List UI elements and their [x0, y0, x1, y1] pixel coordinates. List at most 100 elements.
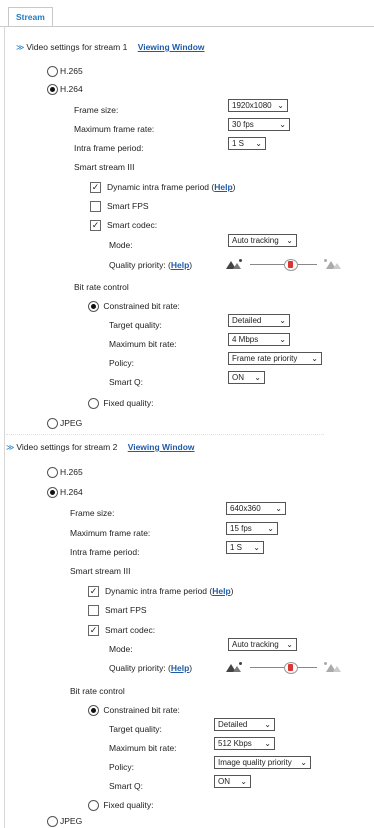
target-quality-select[interactable]: Detailed ⌄: [214, 718, 275, 731]
max-frame-rate-value: 15 fps: [230, 524, 252, 533]
mode-select[interactable]: Auto tracking ⌄: [228, 638, 297, 651]
help-link[interactable]: Help: [171, 663, 189, 673]
dropdown-arrow-icon: ⌄: [254, 373, 261, 382]
stream-1-title: Video settings for stream 1: [26, 42, 128, 52]
smart-fps-checkbox[interactable]: [90, 201, 101, 213]
tab-bar: Stream: [0, 0, 374, 28]
fixed-quality-label: Fixed quality:: [103, 800, 154, 810]
max-frame-rate-select[interactable]: 30 fps ⌄: [228, 118, 290, 131]
quality-priority-text: Quality priority: (: [109, 260, 171, 270]
jpeg-label: JPEG: [60, 816, 83, 826]
quality-priority-close: ): [189, 663, 193, 673]
constrained-radio[interactable]: [88, 301, 99, 313]
stream-2-header[interactable]: ≫ Video settings for stream 2 Viewing Wi…: [6, 440, 195, 454]
dropdown-arrow-icon: ⌄: [279, 316, 286, 325]
policy-select[interactable]: Frame rate priority ⌄: [228, 352, 322, 365]
dropdown-arrow-icon: ⌄: [279, 335, 286, 344]
fixed-quality-option[interactable]: Fixed quality:: [88, 396, 153, 410]
smart-codec-option[interactable]: ✓ Smart codec:: [90, 218, 157, 232]
constrained-option[interactable]: Constrained bit rate:: [88, 703, 180, 717]
constrained-option[interactable]: Constrained bit rate:: [88, 299, 180, 313]
checkmark-icon: ✓: [91, 220, 100, 231]
dropdown-arrow-icon: ⌄: [267, 524, 274, 533]
dynamic-intra-checkbox[interactable]: ✓: [88, 586, 99, 598]
max-bit-rate-select[interactable]: 512 Kbps ⌄: [214, 737, 275, 750]
smart-stream-label: Smart stream III: [70, 566, 131, 576]
fixed-quality-option[interactable]: Fixed quality:: [88, 798, 153, 812]
smart-codec-label: Smart codec:: [107, 220, 158, 230]
smart-stream-label: Smart stream III: [74, 162, 135, 172]
h265-radio[interactable]: [47, 467, 58, 479]
h264-radio[interactable]: [47, 84, 58, 96]
codec-h265-option[interactable]: H.265: [47, 465, 83, 479]
intra-frame-period-select[interactable]: 1 S ⌄: [228, 137, 266, 150]
policy-select[interactable]: Image quality priority ⌄: [214, 756, 311, 769]
help-link[interactable]: Help: [171, 260, 189, 270]
frame-size-select[interactable]: 1920x1080 ⌄: [228, 99, 288, 112]
smart-codec-checkbox[interactable]: ✓: [90, 220, 101, 232]
smart-q-label: Smart Q:: [109, 781, 144, 791]
h264-label: H.264: [60, 487, 83, 497]
codec-h264-option[interactable]: H.264: [47, 485, 83, 499]
frame-size-label: Frame size:: [74, 105, 119, 115]
fixed-quality-radio[interactable]: [88, 800, 99, 812]
constrained-radio[interactable]: [88, 705, 99, 717]
smart-q-select[interactable]: ON ⌄: [214, 775, 251, 788]
smart-fps-option[interactable]: Smart FPS: [90, 199, 149, 213]
dynamic-intra-close: ): [230, 586, 234, 596]
slider-thumb[interactable]: [284, 662, 298, 674]
help-link[interactable]: Help: [212, 586, 230, 596]
policy-value: Image quality priority: [218, 758, 292, 767]
dynamic-intra-close: ): [232, 182, 236, 192]
jpeg-radio[interactable]: [47, 816, 58, 828]
target-quality-label: Target quality:: [109, 724, 162, 734]
codec-h264-option[interactable]: H.264: [47, 82, 83, 96]
smart-codec-option[interactable]: ✓ Smart codec:: [88, 623, 155, 637]
smart-fps-label: Smart FPS: [107, 201, 149, 211]
dynamic-intra-checkbox[interactable]: ✓: [90, 182, 101, 194]
tab-stream[interactable]: Stream: [8, 7, 53, 27]
quality-priority-slider[interactable]: [226, 661, 341, 674]
max-frame-rate-select[interactable]: 15 fps ⌄: [226, 522, 278, 535]
intra-frame-period-label: Intra frame period:: [70, 547, 140, 557]
quality-priority-text: Quality priority: (: [109, 663, 171, 673]
quality-priority-label: Quality priority: (Help): [109, 661, 192, 675]
dynamic-intra-label: Dynamic intra frame period (: [107, 182, 215, 192]
codec-h265-option[interactable]: H.265: [47, 64, 83, 78]
smart-fps-option[interactable]: Smart FPS: [88, 603, 147, 617]
dynamic-intra-option[interactable]: ✓ Dynamic intra frame period (Help): [88, 584, 234, 598]
viewing-window-link[interactable]: Viewing Window: [138, 42, 205, 52]
slider-thumb[interactable]: [284, 259, 298, 271]
dropdown-arrow-icon: ⌄: [279, 120, 286, 129]
frame-size-value: 640x360: [230, 504, 261, 513]
smart-codec-checkbox[interactable]: ✓: [88, 625, 99, 637]
intra-frame-period-select[interactable]: 1 S ⌄: [226, 541, 264, 554]
viewing-window-link[interactable]: Viewing Window: [128, 442, 195, 452]
smart-q-select[interactable]: ON ⌄: [228, 371, 265, 384]
checkmark-icon: ✓: [91, 182, 100, 193]
target-quality-value: Detailed: [232, 316, 262, 325]
fixed-quality-radio[interactable]: [88, 398, 99, 410]
max-bit-rate-select[interactable]: 4 Mbps ⌄: [228, 333, 290, 346]
smart-codec-label: Smart codec:: [105, 625, 156, 635]
help-link[interactable]: Help: [214, 182, 232, 192]
dynamic-intra-option[interactable]: ✓ Dynamic intra frame period (Help): [90, 180, 236, 194]
h265-radio[interactable]: [47, 66, 58, 78]
jpeg-radio[interactable]: [47, 418, 58, 430]
max-bit-rate-value: 512 Kbps: [218, 739, 252, 748]
target-quality-select[interactable]: Detailed ⌄: [228, 314, 290, 327]
h264-label: H.264: [60, 84, 83, 94]
policy-label: Policy:: [109, 358, 135, 368]
quality-priority-slider[interactable]: [226, 258, 341, 271]
codec-jpeg-option[interactable]: JPEG: [47, 416, 82, 430]
codec-jpeg-option[interactable]: JPEG: [47, 814, 82, 828]
dropdown-arrow-icon: ⌄: [255, 139, 262, 148]
bit-rate-control-label: Bit rate control: [70, 686, 125, 696]
mode-select[interactable]: Auto tracking ⌄: [228, 234, 297, 247]
frame-size-select[interactable]: 640x360 ⌄: [226, 502, 286, 515]
intra-frame-period-label: Intra frame period:: [74, 143, 144, 153]
h264-radio[interactable]: [47, 487, 58, 499]
stream-1-header[interactable]: ≫ Video settings for stream 1 Viewing Wi…: [16, 40, 205, 54]
max-bit-rate-value: 4 Mbps: [232, 335, 259, 344]
smart-fps-checkbox[interactable]: [88, 605, 99, 617]
